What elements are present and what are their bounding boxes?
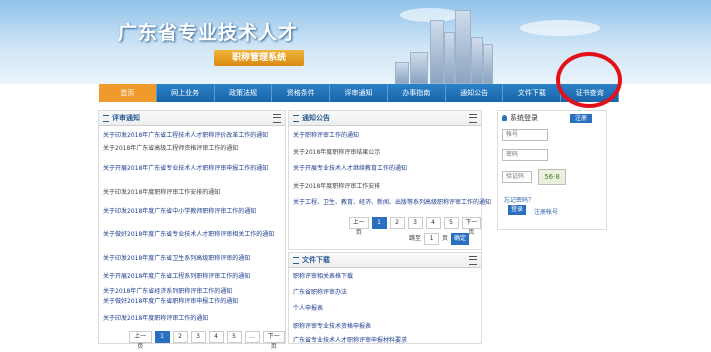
register-link[interactable]: 注册帐号 (534, 207, 558, 216)
panel-title: 评审通知 (112, 114, 140, 122)
page-button[interactable]: 2 (172, 331, 188, 343)
captcha-image[interactable]: 56·8 (538, 169, 566, 185)
building-decoration (483, 44, 493, 84)
building-decoration (410, 52, 428, 84)
page-number-input[interactable]: 1 (424, 233, 440, 245)
username-input[interactable] (502, 129, 548, 141)
panel-title: 系统登录 (510, 114, 538, 122)
list-item[interactable]: 关于做好2018年度广东省职称评审申报工作的通知 (103, 296, 238, 305)
building-decoration (471, 37, 483, 84)
nav-review-notice[interactable]: 评审通知 (330, 84, 388, 102)
next-page-button[interactable]: 下一页 (262, 331, 285, 350)
building-decoration (455, 10, 471, 84)
list-item[interactable]: 关于印发2018年度职称评审工作安排的通知 (103, 187, 220, 196)
panel-title: 文件下载 (302, 256, 330, 264)
list-item[interactable]: 个人申报表 (293, 303, 323, 312)
more-icon[interactable] (273, 114, 281, 123)
page-jump: 跳至 1 页 确定 (409, 233, 470, 245)
list-item[interactable]: 关于开展2018年度广东省工程系列职称评审工作的通知 (103, 271, 250, 280)
panel-header: 通知公告 (289, 111, 481, 126)
list-item[interactable]: 关于做好2018年度广东省专业技术人才职称评审相关工作的通知 (103, 229, 274, 238)
more-icon[interactable] (469, 256, 477, 265)
nav-qualification[interactable]: 资格条件 (272, 84, 331, 102)
go-button[interactable]: 确定 (451, 233, 470, 245)
user-icon (502, 115, 507, 121)
list-item[interactable]: 职称评审专业技术资格申报表 (293, 321, 371, 330)
page-button[interactable]: 5 (443, 217, 459, 229)
panel-header: 评审通知 (99, 111, 285, 126)
main-nav: 首页 网上业务 政策法规 资格条件 评审通知 办事指南 通知公告 文件下载 证书… (99, 84, 620, 102)
building-decoration (430, 20, 444, 84)
list-item[interactable]: 关于2018年度职称评审结果公示 (293, 147, 380, 156)
list-item[interactable]: 关于印发2018年广东省工程技术人才职称评价改革工作的通知 (103, 130, 268, 139)
panel-header: 文件下载 (289, 253, 481, 268)
register-button[interactable]: 注册 (570, 114, 592, 123)
list-item[interactable]: 关于印发2018年度广东省卫生系列高级职称评审的通知 (103, 253, 250, 262)
page-button[interactable]: 4 (208, 331, 224, 343)
nav-policy[interactable]: 政策法规 (215, 84, 273, 102)
page-button[interactable]: 3 (190, 331, 206, 343)
pagination: 上一页 1 2 3 4 5 ... 下一页 (129, 331, 285, 350)
nav-downloads[interactable]: 文件下载 (503, 84, 562, 102)
prev-page-button[interactable]: 上一页 (349, 217, 369, 236)
nav-home[interactable]: 首页 (99, 84, 157, 102)
list-item[interactable]: 关于2018年广东省高级工程师资格评审工作的通知 (103, 143, 238, 152)
more-icon[interactable] (469, 114, 477, 123)
login-button[interactable]: 登录 (508, 205, 526, 215)
list-icon (293, 256, 299, 264)
list-item[interactable]: 广东省职称评审办法 (293, 287, 347, 296)
page-button[interactable]: 4 (425, 217, 441, 229)
login-panel: 系统登录 注册 56·8 登录 忘记密码？ 注册帐号 (497, 110, 607, 230)
list-item[interactable]: 关于2018年度职称评审工作安排 (293, 181, 380, 190)
site-subtitle: 职称管理系统 (214, 50, 304, 66)
page-button[interactable]: 2 (389, 217, 405, 229)
list-item[interactable]: 关于印发2018年度广东省中小学教师职称评审工作的通知 (103, 206, 256, 215)
announcement-panel: 通知公告 关于职称评审工作的通知 关于2018年度职称评审结果公示 关于开展专业… (288, 110, 491, 250)
building-decoration (395, 62, 409, 84)
site-title: 广东省专业技术人才 (118, 22, 299, 44)
file-download-panel: 文件下载 职称评审相关表格下载 广东省职称评审办法 个人申报表 职称评审专业技术… (288, 252, 482, 344)
page-button[interactable]: 1 (154, 331, 170, 343)
page-ellipsis: ... (244, 331, 260, 343)
panel-title: 通知公告 (302, 114, 330, 122)
list-icon (293, 114, 299, 122)
jump-label: 跳至 (409, 235, 422, 242)
list-item[interactable]: 职称评审相关表格下载 (293, 271, 353, 280)
page-button[interactable]: 5 (226, 331, 242, 343)
nav-guide[interactable]: 办事指南 (388, 84, 446, 102)
list-item[interactable]: 广东省专业技术人才职称评审申报材料要求 (293, 335, 407, 344)
list-item[interactable]: 关于工程、卫生、教育、经济、新闻、出版等系列高级职称评审工作的通知 (293, 197, 491, 206)
list-item[interactable]: 关于开展专业技术人才继续教育工作的通知 (293, 163, 407, 172)
page-unit-label: 页 (442, 235, 449, 242)
list-icon (103, 114, 109, 122)
page-button[interactable]: 3 (407, 217, 423, 229)
pagination: 上一页 1 2 3 4 5 下一页 (349, 217, 481, 236)
forgot-password-link[interactable]: 忘记密码？ (504, 195, 534, 204)
review-notice-panel: 评审通知 关于印发2018年广东省工程技术人才职称评价改革工作的通知 关于201… (98, 110, 286, 350)
nav-announcements[interactable]: 通知公告 (446, 84, 504, 102)
nav-online-business[interactable]: 网上业务 (157, 84, 215, 102)
list-item[interactable]: 关于印发2018年度职称评审工作的通知 (103, 313, 208, 322)
building-decoration (444, 32, 455, 84)
captcha-input[interactable] (502, 171, 532, 183)
list-item[interactable]: 关于职称评审工作的通知 (293, 130, 359, 139)
next-page-button[interactable]: 下一页 (461, 217, 481, 236)
list-item[interactable]: 关于开展2018年广东省专业技术人才职称评审申报工作的通知 (103, 163, 268, 172)
red-annotation-circle (556, 52, 622, 108)
list-item[interactable]: 关于2018年广东省经济系列职称评审工作的通知 (103, 286, 232, 295)
page-button[interactable]: 1 (371, 217, 387, 229)
cloud-decoration (520, 20, 600, 36)
password-input[interactable] (502, 149, 548, 161)
prev-page-button[interactable]: 上一页 (129, 331, 152, 350)
